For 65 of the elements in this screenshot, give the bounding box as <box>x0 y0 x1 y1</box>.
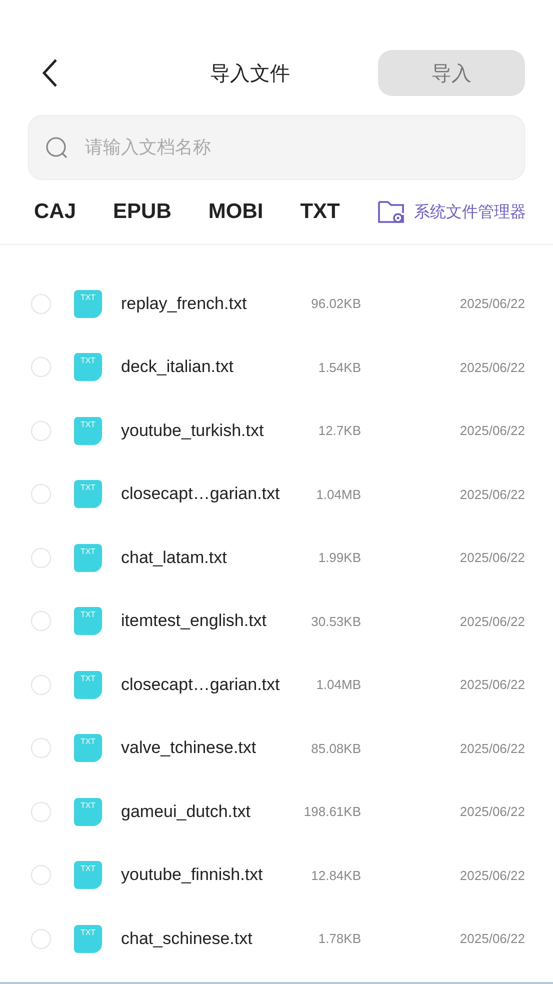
text-file-icon: TXT <box>74 607 102 636</box>
search-field[interactable]: 请输入文档名称 <box>83 136 508 159</box>
file-date: 2025/06/22 <box>460 360 525 375</box>
file-name[interactable]: closecapt…garian.txt <box>121 674 301 695</box>
file-size: 1.04MB <box>315 677 361 692</box>
file-manager-link[interactable]: 系统文件管理器 <box>376 199 526 225</box>
file-name[interactable]: youtube_turkish.txt <box>121 420 301 441</box>
file-date: 2025/06/22 <box>460 614 525 629</box>
file-date: 2025/06/22 <box>460 486 525 502</box>
file-size: 1.54KB <box>317 360 361 375</box>
search-icon <box>45 136 69 160</box>
file-size: 12.7KB <box>317 423 361 438</box>
file-name[interactable]: replay_french.txt <box>121 294 301 314</box>
file-date: 2025/06/22 <box>460 550 525 566</box>
format-tab[interactable]: TXT <box>300 200 340 224</box>
file-date: 2025/06/22 <box>460 423 525 438</box>
file-date: 2025/06/22 <box>460 931 525 946</box>
select-radio[interactable] <box>31 420 51 441</box>
format-tab[interactable]: MOBI <box>208 200 264 224</box>
file-name[interactable]: deck_italian.txt <box>121 357 301 378</box>
text-file-icon: TXT <box>74 861 102 890</box>
file-name[interactable]: closecapt…garian.txt <box>121 484 301 504</box>
file-size: 1.04MB <box>315 486 361 502</box>
select-radio[interactable] <box>31 294 51 314</box>
file-size: 96.02KB <box>310 296 361 312</box>
select-radio[interactable] <box>31 738 51 758</box>
file-date: 2025/06/22 <box>460 296 525 312</box>
select-radio[interactable] <box>31 548 51 568</box>
folder-gear-icon <box>376 199 406 225</box>
search-bar[interactable]: 请输入文档名称 <box>28 115 525 180</box>
text-file-icon: TXT <box>74 480 102 508</box>
page-title: 导入文件 <box>209 62 291 86</box>
file-date: 2025/06/22 <box>460 868 525 883</box>
format-tab[interactable]: EPUB <box>113 200 172 224</box>
text-file-icon: TXT <box>74 670 102 699</box>
file-name[interactable]: valve_tchinese.txt <box>121 738 301 758</box>
file-name[interactable]: gameui_dutch.txt <box>121 802 301 822</box>
file-date: 2025/06/22 <box>460 740 525 756</box>
file-name[interactable]: chat_schinese.txt <box>121 928 301 949</box>
select-radio[interactable] <box>31 611 51 632</box>
file-size: 30.53KB <box>310 614 361 629</box>
select-radio[interactable] <box>31 357 51 378</box>
file-size: 198.61KB <box>302 804 361 820</box>
format-tab[interactable]: CAJ <box>34 200 76 224</box>
text-file-icon: TXT <box>74 353 102 382</box>
text-file-icon: TXT <box>74 924 102 953</box>
file-size: 12.84KB <box>310 868 361 883</box>
text-file-icon: TXT <box>74 416 102 445</box>
select-radio[interactable] <box>31 802 51 822</box>
file-date: 2025/06/22 <box>460 677 525 692</box>
file-size: 85.08KB <box>310 740 361 756</box>
select-radio[interactable] <box>31 865 51 886</box>
select-radio[interactable] <box>31 674 51 695</box>
text-file-icon: TXT <box>74 290 102 318</box>
file-name[interactable]: itemtest_english.txt <box>121 611 301 632</box>
text-file-icon: TXT <box>74 544 102 572</box>
file-name[interactable]: chat_latam.txt <box>121 548 301 568</box>
select-radio[interactable] <box>31 484 51 504</box>
select-radio[interactable] <box>31 928 51 949</box>
file-date: 2025/06/22 <box>460 804 525 820</box>
text-file-icon: TXT <box>74 798 102 826</box>
file-size: 1.99KB <box>317 550 361 566</box>
text-file-icon: TXT <box>74 734 102 762</box>
file-name[interactable]: youtube_finnish.txt <box>121 865 301 886</box>
file-size: 1.78KB <box>317 931 361 946</box>
